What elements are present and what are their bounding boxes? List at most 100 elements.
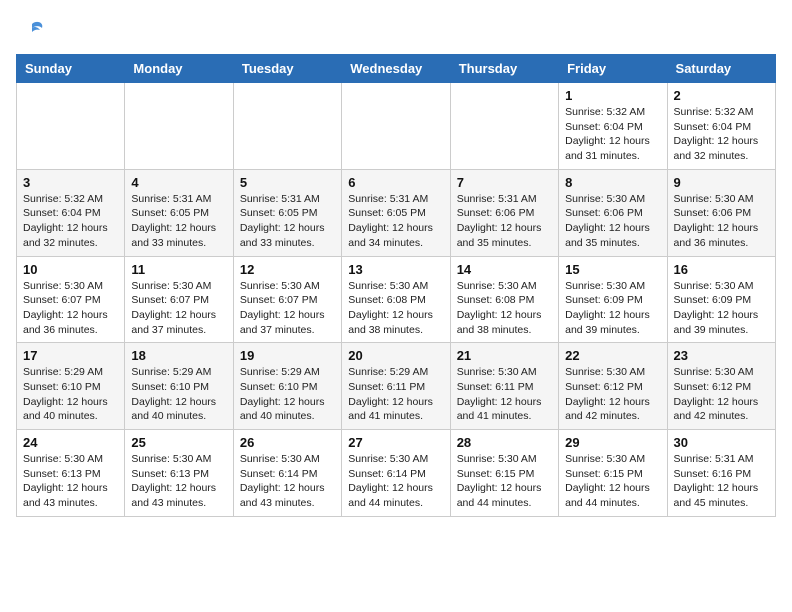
calendar-cell: 1 Sunrise: 5:32 AM Sunset: 6:04 PM Daylig…: [559, 83, 667, 170]
day-info: Sunrise: 5:29 AM Sunset: 6:10 PM Dayligh…: [131, 365, 226, 424]
day-number: 5: [240, 175, 335, 190]
day-number: 19: [240, 348, 335, 363]
day-info: Sunrise: 5:30 AM Sunset: 6:06 PM Dayligh…: [565, 192, 660, 251]
logo: [16, 16, 46, 44]
day-number: 2: [674, 88, 769, 103]
calendar-cell: 12 Sunrise: 5:30 AM Sunset: 6:07 PM Dayli…: [233, 256, 341, 343]
day-info: Sunrise: 5:31 AM Sunset: 6:05 PM Dayligh…: [131, 192, 226, 251]
calendar-header-thursday: Thursday: [450, 55, 558, 83]
calendar-cell: 27 Sunrise: 5:30 AM Sunset: 6:14 PM Dayli…: [342, 430, 450, 517]
day-number: 24: [23, 435, 118, 450]
day-number: 4: [131, 175, 226, 190]
calendar-cell: 16 Sunrise: 5:30 AM Sunset: 6:09 PM Dayli…: [667, 256, 775, 343]
day-info: Sunrise: 5:31 AM Sunset: 6:16 PM Dayligh…: [674, 452, 769, 511]
day-info: Sunrise: 5:30 AM Sunset: 6:09 PM Dayligh…: [674, 279, 769, 338]
day-info: Sunrise: 5:30 AM Sunset: 6:07 PM Dayligh…: [23, 279, 118, 338]
day-info: Sunrise: 5:30 AM Sunset: 6:15 PM Dayligh…: [565, 452, 660, 511]
day-info: Sunrise: 5:30 AM Sunset: 6:07 PM Dayligh…: [131, 279, 226, 338]
calendar-cell: 7 Sunrise: 5:31 AM Sunset: 6:06 PM Daylig…: [450, 169, 558, 256]
day-number: 15: [565, 262, 660, 277]
calendar-cell: 13 Sunrise: 5:30 AM Sunset: 6:08 PM Dayli…: [342, 256, 450, 343]
calendar-cell: [342, 83, 450, 170]
day-info: Sunrise: 5:30 AM Sunset: 6:06 PM Dayligh…: [674, 192, 769, 251]
calendar-cell: 23Sunrise: 5:30 AM Sunset: 6:12 PM Dayli…: [667, 343, 775, 430]
day-info: Sunrise: 5:32 AM Sunset: 6:04 PM Dayligh…: [674, 105, 769, 164]
day-number: 20: [348, 348, 443, 363]
day-info: Sunrise: 5:32 AM Sunset: 6:04 PM Dayligh…: [565, 105, 660, 164]
calendar-cell: 29 Sunrise: 5:30 AM Sunset: 6:15 PM Dayli…: [559, 430, 667, 517]
calendar-week-row: 24 Sunrise: 5:30 AM Sunset: 6:13 PM Dayli…: [17, 430, 776, 517]
day-number: 25: [131, 435, 226, 450]
day-info: Sunrise: 5:30 AM Sunset: 6:08 PM Dayligh…: [348, 279, 443, 338]
day-number: 29: [565, 435, 660, 450]
calendar-cell: [125, 83, 233, 170]
logo-bird-icon: [18, 16, 46, 44]
calendar-cell: 11 Sunrise: 5:30 AM Sunset: 6:07 PM Dayli…: [125, 256, 233, 343]
day-number: 7: [457, 175, 552, 190]
day-number: 21: [457, 348, 552, 363]
day-info: Sunrise: 5:32 AM Sunset: 6:04 PM Dayligh…: [23, 192, 118, 251]
calendar-body: 1 Sunrise: 5:32 AM Sunset: 6:04 PM Daylig…: [17, 83, 776, 517]
day-info: Sunrise: 5:30 AM Sunset: 6:14 PM Dayligh…: [348, 452, 443, 511]
calendar-week-row: 3 Sunrise: 5:32 AM Sunset: 6:04 PM Daylig…: [17, 169, 776, 256]
day-number: 13: [348, 262, 443, 277]
calendar-cell: 22Sunrise: 5:30 AM Sunset: 6:12 PM Dayli…: [559, 343, 667, 430]
calendar-cell: 15 Sunrise: 5:30 AM Sunset: 6:09 PM Dayli…: [559, 256, 667, 343]
calendar-cell: [17, 83, 125, 170]
calendar-cell: 5Sunrise: 5:31 AM Sunset: 6:05 PM Daylig…: [233, 169, 341, 256]
day-number: 26: [240, 435, 335, 450]
calendar-week-row: 10Sunrise: 5:30 AM Sunset: 6:07 PM Dayli…: [17, 256, 776, 343]
calendar-cell: 4 Sunrise: 5:31 AM Sunset: 6:05 PM Daylig…: [125, 169, 233, 256]
day-info: Sunrise: 5:30 AM Sunset: 6:11 PM Dayligh…: [457, 365, 552, 424]
day-info: Sunrise: 5:31 AM Sunset: 6:05 PM Dayligh…: [348, 192, 443, 251]
calendar-cell: 3 Sunrise: 5:32 AM Sunset: 6:04 PM Daylig…: [17, 169, 125, 256]
calendar-cell: 18 Sunrise: 5:29 AM Sunset: 6:10 PM Dayli…: [125, 343, 233, 430]
day-number: 8: [565, 175, 660, 190]
day-number: 22: [565, 348, 660, 363]
day-number: 17: [23, 348, 118, 363]
calendar-cell: [233, 83, 341, 170]
day-number: 27: [348, 435, 443, 450]
calendar-header-row: SundayMondayTuesdayWednesdayThursdayFrid…: [17, 55, 776, 83]
calendar-cell: 21 Sunrise: 5:30 AM Sunset: 6:11 PM Dayli…: [450, 343, 558, 430]
day-number: 12: [240, 262, 335, 277]
day-number: 6: [348, 175, 443, 190]
day-info: Sunrise: 5:29 AM Sunset: 6:10 PM Dayligh…: [23, 365, 118, 424]
day-info: Sunrise: 5:29 AM Sunset: 6:10 PM Dayligh…: [240, 365, 335, 424]
day-number: 28: [457, 435, 552, 450]
calendar-header-wednesday: Wednesday: [342, 55, 450, 83]
calendar-cell: 30 Sunrise: 5:31 AM Sunset: 6:16 PM Dayli…: [667, 430, 775, 517]
day-number: 18: [131, 348, 226, 363]
calendar-cell: 26 Sunrise: 5:30 AM Sunset: 6:14 PM Dayli…: [233, 430, 341, 517]
day-number: 14: [457, 262, 552, 277]
page-header: [16, 16, 776, 44]
calendar-cell: 2 Sunrise: 5:32 AM Sunset: 6:04 PM Daylig…: [667, 83, 775, 170]
day-number: 30: [674, 435, 769, 450]
day-number: 1: [565, 88, 660, 103]
day-info: Sunrise: 5:30 AM Sunset: 6:09 PM Dayligh…: [565, 279, 660, 338]
calendar-cell: [450, 83, 558, 170]
day-info: Sunrise: 5:30 AM Sunset: 6:13 PM Dayligh…: [23, 452, 118, 511]
day-info: Sunrise: 5:31 AM Sunset: 6:06 PM Dayligh…: [457, 192, 552, 251]
day-number: 11: [131, 262, 226, 277]
day-info: Sunrise: 5:30 AM Sunset: 6:14 PM Dayligh…: [240, 452, 335, 511]
calendar-cell: 6 Sunrise: 5:31 AM Sunset: 6:05 PM Daylig…: [342, 169, 450, 256]
calendar-week-row: 17 Sunrise: 5:29 AM Sunset: 6:10 PM Dayli…: [17, 343, 776, 430]
calendar-table: SundayMondayTuesdayWednesdayThursdayFrid…: [16, 54, 776, 517]
day-number: 9: [674, 175, 769, 190]
day-info: Sunrise: 5:30 AM Sunset: 6:07 PM Dayligh…: [240, 279, 335, 338]
calendar-cell: 17 Sunrise: 5:29 AM Sunset: 6:10 PM Dayli…: [17, 343, 125, 430]
calendar-cell: 20Sunrise: 5:29 AM Sunset: 6:11 PM Dayli…: [342, 343, 450, 430]
calendar-header-saturday: Saturday: [667, 55, 775, 83]
calendar-header-monday: Monday: [125, 55, 233, 83]
calendar-week-row: 1 Sunrise: 5:32 AM Sunset: 6:04 PM Daylig…: [17, 83, 776, 170]
day-number: 3: [23, 175, 118, 190]
day-number: 16: [674, 262, 769, 277]
calendar-cell: 9 Sunrise: 5:30 AM Sunset: 6:06 PM Daylig…: [667, 169, 775, 256]
calendar-header-sunday: Sunday: [17, 55, 125, 83]
calendar-cell: 14Sunrise: 5:30 AM Sunset: 6:08 PM Dayli…: [450, 256, 558, 343]
day-info: Sunrise: 5:30 AM Sunset: 6:13 PM Dayligh…: [131, 452, 226, 511]
calendar-cell: 8 Sunrise: 5:30 AM Sunset: 6:06 PM Daylig…: [559, 169, 667, 256]
calendar-cell: 28 Sunrise: 5:30 AM Sunset: 6:15 PM Dayli…: [450, 430, 558, 517]
day-info: Sunrise: 5:30 AM Sunset: 6:15 PM Dayligh…: [457, 452, 552, 511]
